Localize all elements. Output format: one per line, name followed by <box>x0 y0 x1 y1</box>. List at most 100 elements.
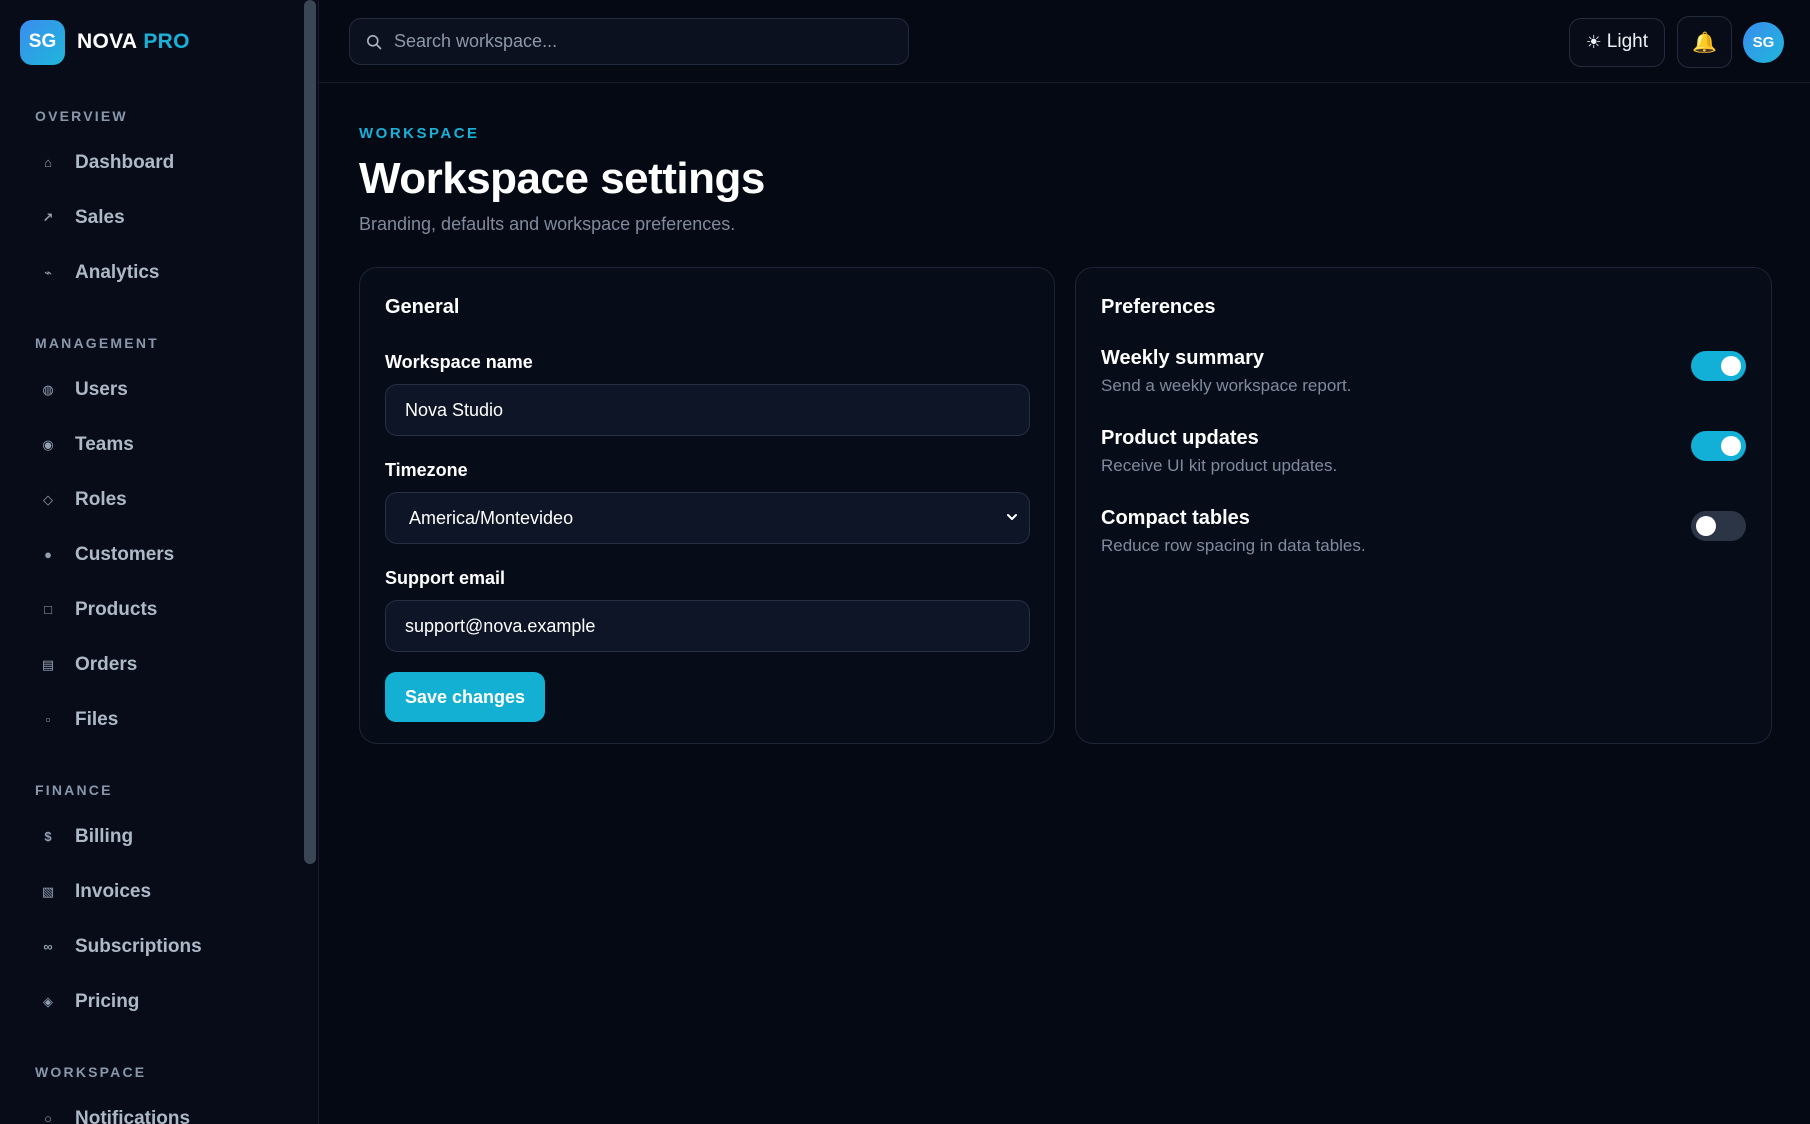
compact-tables-toggle[interactable] <box>1691 511 1746 541</box>
timezone-select-value: America/Montevideo <box>409 507 574 528</box>
settings-cards: General Workspace name Nova Studio Timez… <box>359 267 1772 744</box>
chevron-down-icon <box>1007 514 1017 520</box>
sidebar-item-orders[interactable]: ▤ Orders <box>0 637 318 692</box>
search-input[interactable] <box>394 31 874 52</box>
pref-description: Send a weekly workspace report. <box>1101 376 1352 395</box>
sidebar-item-sales[interactable]: ↗ Sales <box>0 190 318 245</box>
sidebar-item-label: Pricing <box>75 990 140 1012</box>
theme-toggle-button[interactable]: ☀ Light <box>1568 17 1665 67</box>
infinity-icon: ∞ <box>43 939 53 954</box>
invoice-icon: ▧ <box>41 883 55 899</box>
save-changes-button[interactable]: Save changes <box>385 672 546 722</box>
page-subtitle: Branding, defaults and workspace prefere… <box>359 214 736 234</box>
workspace-name-label: Workspace name <box>385 352 533 372</box>
orders-icon: ▤ <box>41 656 55 672</box>
section-title-finance: FINANCE <box>35 782 113 798</box>
sidebar-item-label: Sales <box>75 206 125 228</box>
section-title-management: MANAGEMENT <box>35 335 159 351</box>
support-email-label: Support email <box>385 568 506 588</box>
sidebar-item-teams[interactable]: ◉ Teams <box>0 417 318 472</box>
settings-content: WORKSPACE Workspace settings Branding, d… <box>319 83 1810 744</box>
main-area: ☀ Light 🔔 SG WORKSPACE Workspace setting… <box>319 0 1810 1124</box>
brand-name-accent: PRO <box>143 30 190 53</box>
sidebar-item-files[interactable]: ▫ Files <box>0 692 318 747</box>
topbar: ☀ Light 🔔 SG <box>319 0 1810 83</box>
bell-icon: 🔔 <box>1692 31 1717 54</box>
app-shell: SG NOVA PRO OVERVIEW ⌂ Dashboard ↗ Sales … <box>0 0 1810 1124</box>
roles-icon: ◇ <box>43 491 53 507</box>
sidebar-item-roles[interactable]: ◇ Roles <box>0 472 318 527</box>
toggle-knob <box>1696 516 1716 536</box>
sidebar-item-analytics[interactable]: ⌁ Analytics <box>0 245 318 300</box>
sidebar-item-dashboard[interactable]: ⌂ Dashboard <box>0 135 318 190</box>
dollar-icon: $ <box>44 829 52 844</box>
tag-icon: ◈ <box>43 993 53 1009</box>
weekly-summary-toggle[interactable] <box>1691 351 1746 381</box>
general-card-title: General <box>385 296 460 318</box>
brand-name-text: NOVA <box>77 30 138 53</box>
product-updates-toggle[interactable] <box>1691 431 1746 461</box>
page-title: Workspace settings <box>359 154 765 203</box>
search-icon <box>367 34 382 49</box>
sidebar-item-label: Teams <box>75 433 134 455</box>
pref-title: Compact tables <box>1101 507 1250 529</box>
pref-title: Product updates <box>1101 427 1259 449</box>
sidebar-scrollbar[interactable] <box>304 0 316 864</box>
sidebar-item-label: Roles <box>75 488 127 510</box>
trend-up-icon: ↗ <box>42 209 54 225</box>
sidebar-item-label: Subscriptions <box>75 935 202 957</box>
pref-description: Receive UI kit product updates. <box>1101 456 1338 475</box>
sidebar-item-label: Invoices <box>75 880 152 902</box>
pref-row-product-updates: Product updates Receive UI kit product u… <box>1101 427 1746 507</box>
home-icon: ⌂ <box>44 155 52 170</box>
sun-icon: ☀ <box>1585 31 1602 52</box>
pref-title: Weekly summary <box>1101 347 1265 369</box>
search-box[interactable] <box>349 18 909 65</box>
sidebar-item-notifications[interactable]: ○ Notifications <box>0 1091 318 1124</box>
preferences-card-title: Preferences <box>1101 296 1216 318</box>
sidebar-item-label: Billing <box>75 825 134 847</box>
notifications-button[interactable]: 🔔 <box>1677 16 1732 68</box>
sidebar-item-pricing[interactable]: ◈ Pricing <box>0 974 318 1029</box>
sidebar-item-label: Dashboard <box>75 151 175 173</box>
users-icon: ◍ <box>42 381 54 397</box>
avatar[interactable]: SG <box>1743 21 1784 63</box>
sidebar-item-label: Analytics <box>75 261 160 283</box>
sidebar-item-products[interactable]: □ Products <box>0 582 318 637</box>
products-icon: □ <box>44 602 52 617</box>
timezone-select[interactable]: America/Montevideo <box>385 492 1030 544</box>
toggle-knob <box>1721 436 1741 456</box>
toggle-knob <box>1721 356 1741 376</box>
sidebar-item-label: Products <box>75 598 158 620</box>
brand-logo: SG <box>20 19 65 65</box>
customers-icon: ● <box>44 547 52 562</box>
general-card: General Workspace name Nova Studio Timez… <box>359 267 1055 744</box>
sidebar-item-label: Customers <box>75 543 175 565</box>
workspace-name-field[interactable]: Nova Studio <box>385 384 1030 436</box>
preferences-card: Preferences Weekly summary Send a weekly… <box>1075 267 1772 744</box>
sidebar-item-customers[interactable]: ● Customers <box>0 527 318 582</box>
support-email-field[interactable]: support@nova.example <box>385 600 1030 652</box>
sidebar: SG NOVA PRO OVERVIEW ⌂ Dashboard ↗ Sales … <box>0 0 319 1124</box>
analytics-icon: ⌁ <box>44 264 52 280</box>
sidebar-item-label: Files <box>75 708 119 730</box>
section-title-overview: OVERVIEW <box>35 108 128 124</box>
teams-icon: ◉ <box>42 436 54 452</box>
pref-description: Reduce row spacing in data tables. <box>1101 536 1366 555</box>
sidebar-item-subscriptions[interactable]: ∞ Subscriptions <box>0 919 318 974</box>
brand[interactable]: SG NOVA PRO <box>0 0 318 84</box>
sidebar-item-billing[interactable]: $ Billing <box>0 809 318 864</box>
timezone-label: Timezone <box>385 460 468 480</box>
sidebar-item-users[interactable]: ◍ Users <box>0 362 318 417</box>
pref-row-compact-tables: Compact tables Reduce row spacing in dat… <box>1101 507 1746 587</box>
pref-row-weekly-summary: Weekly summary Send a weekly workspace r… <box>1101 347 1746 427</box>
section-title-workspace: WORKSPACE <box>35 1064 147 1080</box>
sidebar-item-label: Orders <box>75 653 138 675</box>
sidebar-item-label: Users <box>75 378 128 400</box>
page-eyebrow: WORKSPACE <box>359 125 480 142</box>
sidebar-item-label: Notifications <box>75 1107 191 1124</box>
notification-icon: ○ <box>44 1111 52 1124</box>
sidebar-item-invoices[interactable]: ▧ Invoices <box>0 864 318 919</box>
brand-name: NOVA PRO <box>77 30 190 54</box>
topbar-actions: ☀ Light 🔔 SG <box>1568 16 1784 68</box>
